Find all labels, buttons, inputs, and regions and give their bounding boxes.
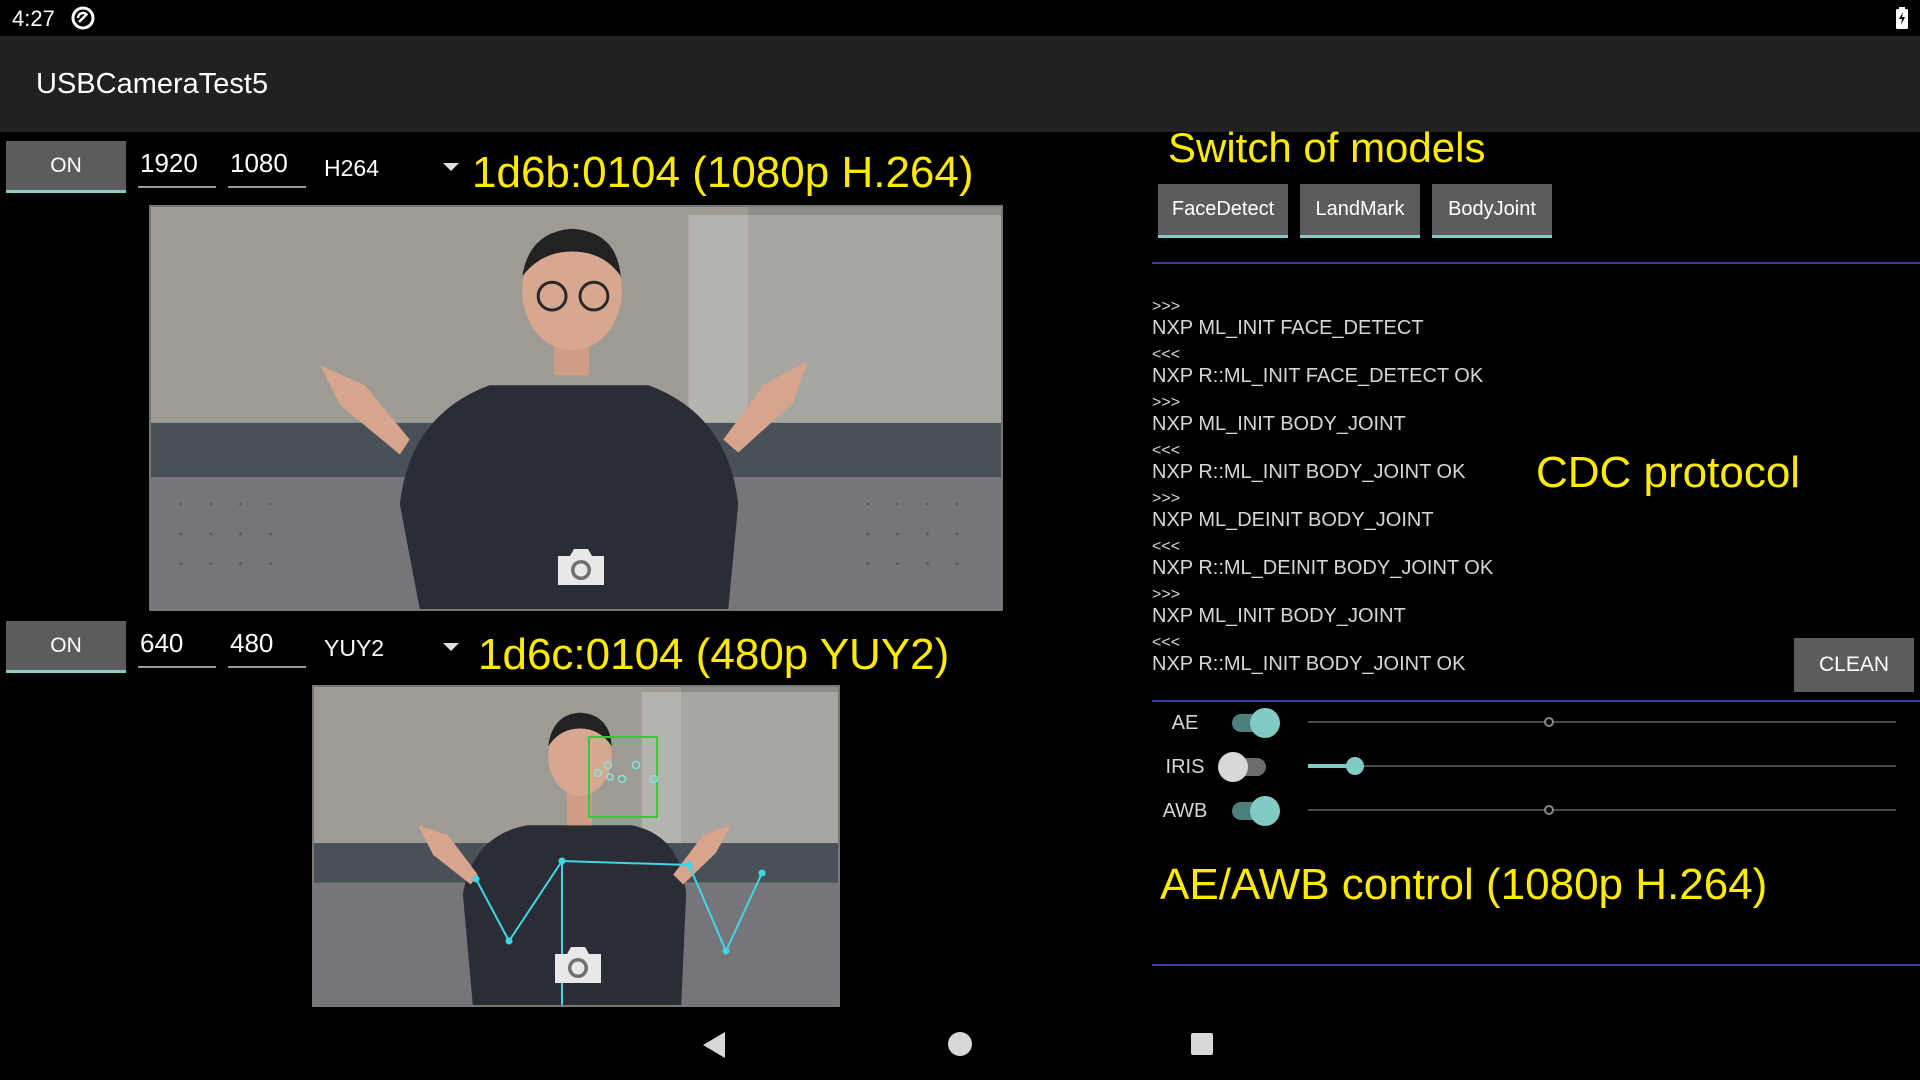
camera2-width-field[interactable]: 640: [138, 624, 216, 668]
camera2-capture-icon[interactable]: [551, 944, 605, 986]
awb-slider-knob[interactable]: [1544, 805, 1555, 815]
log-line: NXP ML_INIT FACE_DETECT: [1152, 317, 1424, 339]
ae-toggle[interactable]: [1228, 706, 1280, 740]
camera2-on-button[interactable]: ON: [6, 621, 126, 673]
app-bar: USBCameraTest5: [0, 36, 1920, 132]
log-line: NXP ML_INIT BODY_JOINT: [1152, 605, 1406, 627]
status-bar: 4:27: [0, 0, 1920, 36]
battery-icon: [1896, 7, 1908, 29]
log-line: NXP R::ML_INIT FACE_DETECT OK: [1152, 365, 1484, 387]
camera1-capture-icon[interactable]: [554, 546, 608, 588]
ae-awb-annotation: AE/AWB control (1080p H.264): [1160, 860, 1768, 909]
face-detect-button[interactable]: FaceDetect: [1158, 184, 1288, 238]
camera1-preview: [149, 205, 1003, 611]
ae-toggle-thumb: [1250, 708, 1280, 738]
camera1-annotation: 1d6b:0104 (1080p H.264): [472, 148, 974, 197]
ae-slider-knob[interactable]: [1544, 717, 1555, 727]
camera2-format-value: YUY2: [324, 635, 385, 661]
log-line: <<<: [1152, 634, 1181, 651]
camera2-annotation: 1d6c:0104 (480p YUY2): [478, 630, 950, 679]
ae-slider-rail: [1308, 721, 1896, 723]
log-line: NXP R::ML_INIT BODY_JOINT OK: [1152, 653, 1466, 675]
camera1-on-button[interactable]: ON: [6, 141, 126, 193]
landmark-button[interactable]: LandMark: [1300, 184, 1420, 238]
log-line: <<<: [1152, 538, 1181, 555]
awb-slider-rail: [1308, 809, 1896, 811]
home-icon[interactable]: [948, 1032, 972, 1056]
divider-top: [1152, 262, 1920, 264]
awb-slider[interactable]: [1308, 800, 1896, 820]
chevron-down-icon[interactable]: [443, 163, 459, 171]
camera2-height-field[interactable]: 480: [228, 624, 306, 668]
chevron-down-icon[interactable]: [443, 643, 459, 651]
log-line: NXP ML_DEINIT BODY_JOINT: [1152, 509, 1434, 531]
navigation-bar: [0, 1008, 1920, 1080]
iris-slider[interactable]: [1308, 756, 1896, 776]
app-title: USBCameraTest5: [36, 68, 269, 100]
iris-toggle-thumb: [1218, 752, 1248, 782]
sync-icon: [71, 6, 95, 30]
ae-slider[interactable]: [1308, 712, 1896, 732]
camera1-format-value: H264: [324, 155, 379, 181]
iris-slider-knob[interactable]: [1346, 757, 1365, 775]
awb-label: AWB: [1162, 800, 1208, 822]
body-joint-button[interactable]: BodyJoint: [1432, 184, 1552, 238]
camera1-width-field[interactable]: 1920: [138, 144, 216, 188]
divider-bottom: [1152, 964, 1920, 966]
log-line: >>>: [1152, 586, 1181, 603]
camera1-height-field[interactable]: 1080: [228, 144, 306, 188]
recents-icon[interactable]: [1191, 1033, 1213, 1055]
iris-label: IRIS: [1165, 756, 1205, 778]
log-line: <<<: [1152, 346, 1181, 363]
skeleton-lines: [475, 859, 763, 1005]
awb-toggle-thumb: [1250, 796, 1280, 826]
iris-slider-rail: [1308, 765, 1896, 767]
camera2-preview: [312, 685, 840, 1007]
landmark-points: [593, 760, 659, 784]
back-icon[interactable]: [703, 1032, 725, 1058]
log-line: NXP ML_INIT BODY_JOINT: [1152, 413, 1406, 435]
status-time: 4:27: [12, 6, 55, 31]
models-annotation: Switch of models: [1168, 124, 1486, 171]
log-line: NXP R::ML_DEINIT BODY_JOINT OK: [1152, 557, 1494, 579]
log-line: >>>: [1152, 298, 1181, 315]
log-line: >>>: [1152, 394, 1181, 411]
iris-toggle[interactable]: [1218, 750, 1270, 784]
cdc-annotation: CDC protocol: [1536, 448, 1801, 497]
clean-button[interactable]: CLEAN: [1794, 638, 1914, 692]
awb-toggle[interactable]: [1228, 794, 1280, 828]
ae-label: AE: [1171, 712, 1199, 734]
divider-middle: [1152, 700, 1920, 702]
